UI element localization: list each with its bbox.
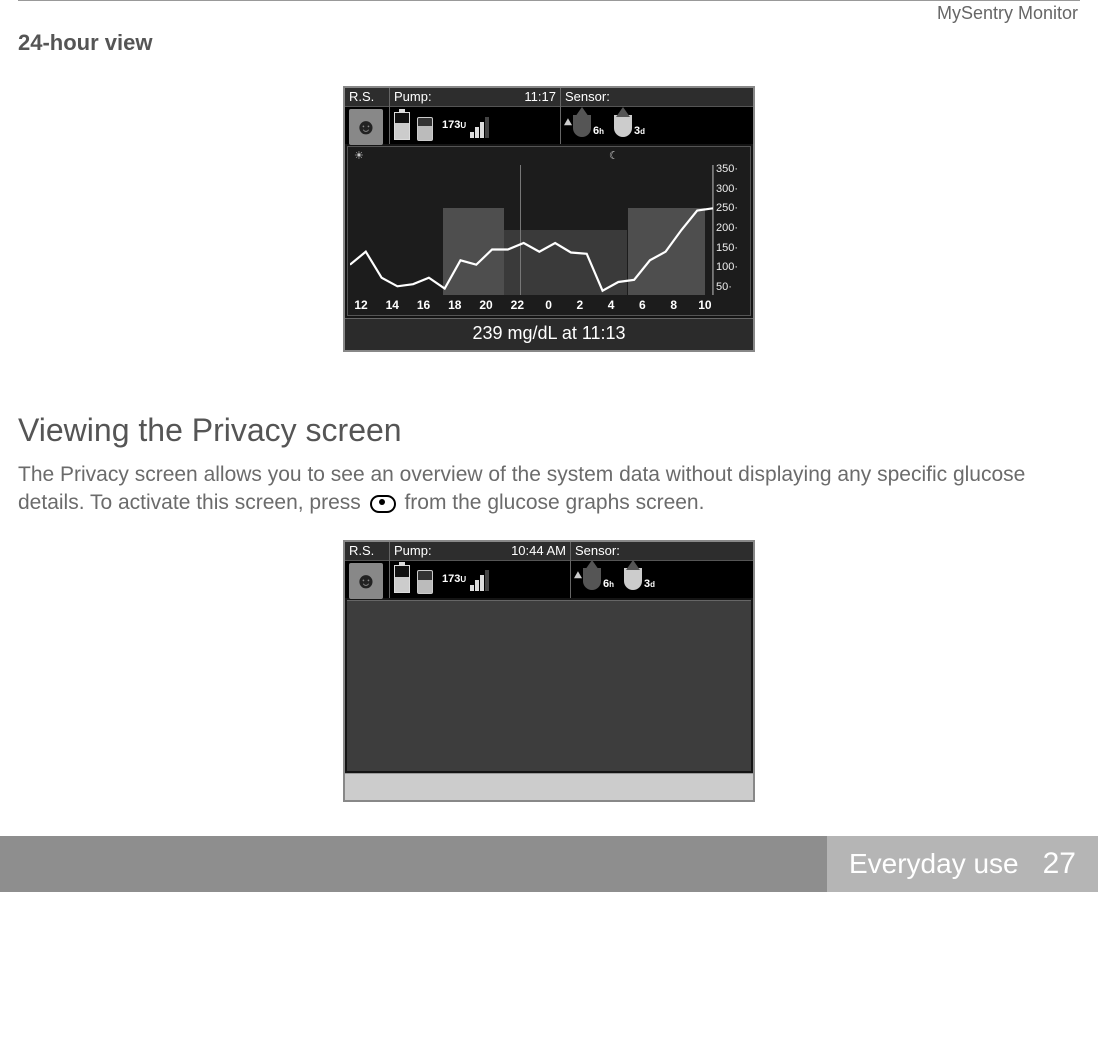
x-tick: 16 bbox=[413, 298, 435, 312]
y-tick: 250· bbox=[716, 202, 748, 214]
glucose-chart: ☀ ☾ 350· 300· 250· 200· 150· 100· 50· 12 14 16 18… bbox=[347, 146, 751, 316]
x-tick: 0 bbox=[538, 298, 560, 312]
privacy-blank-area bbox=[347, 600, 751, 771]
battery-icon bbox=[394, 112, 410, 140]
reservoir-value-2: 173 bbox=[442, 573, 460, 585]
x-tick: 22 bbox=[506, 298, 528, 312]
y-tick: 150· bbox=[716, 242, 748, 254]
glucose-line bbox=[350, 208, 713, 290]
patient-initials: R.S. bbox=[345, 88, 389, 107]
reservoir-unit: U bbox=[460, 121, 466, 130]
x-tick: 12 bbox=[350, 298, 372, 312]
section-subhead: 24-hour view bbox=[18, 30, 1080, 56]
footer-chapter: Everyday use bbox=[849, 848, 1019, 880]
para-text-after: from the glucose graphs screen. bbox=[399, 491, 705, 514]
x-tick: 8 bbox=[663, 298, 685, 312]
y-tick: 100· bbox=[716, 261, 748, 273]
sensor-days-unit: d bbox=[640, 127, 645, 136]
y-tick: 350· bbox=[716, 163, 748, 175]
sensor-label-2: Sensor: bbox=[571, 542, 753, 561]
pump-label: Pump: bbox=[394, 89, 432, 105]
footer-page-number: 27 bbox=[1043, 847, 1076, 881]
patient-initials-2: R.S. bbox=[345, 542, 389, 561]
signal-icon-2 bbox=[470, 567, 489, 591]
device-status-bar: R.S. ☻ Pump: 11:17 173U bbox=[345, 88, 753, 144]
sensor-days-unit-2: d bbox=[650, 580, 655, 589]
sensor-hours-unit-2: h bbox=[609, 580, 614, 589]
drop-icon bbox=[573, 115, 591, 137]
device-screenshot-24hour: R.S. ☻ Pump: 11:17 173U bbox=[343, 86, 755, 352]
privacy-footer-bar bbox=[345, 773, 753, 800]
x-tick: 2 bbox=[569, 298, 591, 312]
reservoir-icon bbox=[414, 111, 436, 141]
x-tick: 20 bbox=[475, 298, 497, 312]
signal-icon bbox=[470, 114, 489, 138]
avatar-icon: ☻ bbox=[349, 109, 383, 145]
device-status-bar-2: R.S. ☻ Pump: 10:44 AM 173U bbox=[345, 542, 753, 598]
sensor-life-icon-2 bbox=[624, 568, 642, 590]
page-footer: Everyday use 27 bbox=[0, 836, 1098, 892]
device-time: 11:17 bbox=[524, 89, 556, 105]
battery-icon-2 bbox=[394, 565, 410, 593]
sensor-life-icon bbox=[614, 115, 632, 137]
device-screenshot-privacy: R.S. ☻ Pump: 10:44 AM 173U bbox=[343, 540, 755, 802]
running-head: MySentry Monitor bbox=[18, 3, 1080, 28]
eye-icon bbox=[370, 495, 396, 513]
current-reading: 239 mg/dL at 11:13 bbox=[345, 318, 753, 350]
sensor-hours-unit: h bbox=[599, 127, 604, 136]
section-heading: Viewing the Privacy screen bbox=[18, 412, 1080, 449]
sensor-label: Sensor: bbox=[561, 88, 753, 107]
day-icon: ☀ bbox=[354, 149, 364, 163]
reservoir-unit-2: U bbox=[460, 575, 466, 584]
pump-label-2: Pump: bbox=[394, 543, 432, 559]
section-paragraph: The Privacy screen allows you to see an … bbox=[18, 461, 1080, 518]
device-time-2: 10:44 AM bbox=[511, 543, 566, 559]
reservoir-value: 173 bbox=[442, 119, 460, 131]
x-tick: 6 bbox=[631, 298, 653, 312]
x-tick: 18 bbox=[444, 298, 466, 312]
y-tick: 50· bbox=[716, 281, 748, 293]
reservoir-icon-2 bbox=[414, 564, 436, 594]
y-tick: 200· bbox=[716, 222, 748, 234]
avatar-icon-2: ☻ bbox=[349, 563, 383, 599]
drop-icon-2 bbox=[583, 568, 601, 590]
x-tick: 4 bbox=[600, 298, 622, 312]
x-tick: 10 bbox=[694, 298, 716, 312]
night-icon: ☾ bbox=[609, 149, 619, 163]
x-tick: 14 bbox=[381, 298, 403, 312]
y-tick: 300· bbox=[716, 183, 748, 195]
